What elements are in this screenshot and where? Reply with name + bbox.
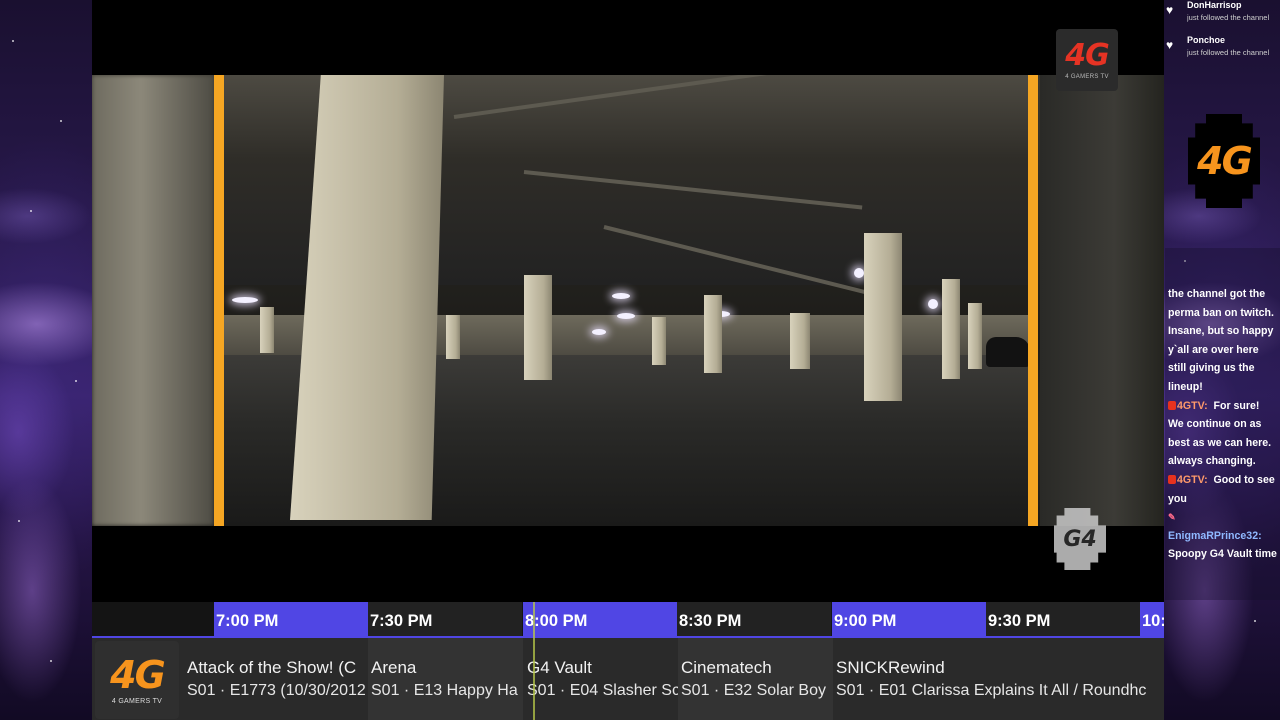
star [18, 520, 20, 522]
program-episode: S01 · E13 Happy Ha [371, 682, 518, 699]
frame-border-right [1028, 75, 1038, 526]
ceiling-light [617, 313, 635, 319]
program-cell[interactable]: Cinematech S01 · E32 Solar Boy [678, 638, 833, 720]
follow-alert: ♥ DonHarrisop just followed the channel [1164, 0, 1280, 30]
pillar [652, 317, 666, 365]
guide-channel-row: 4G 4 GAMERS TV Attack of the Show! (C S0… [92, 636, 1164, 720]
pillar [942, 279, 960, 379]
follow-alert: ♥ Ponchoe just followed the channel [1164, 35, 1280, 65]
video-frame [92, 75, 1164, 526]
follower-name: DonHarrisop [1187, 0, 1242, 10]
program-cell[interactable]: Arena S01 · E13 Happy Ha [368, 638, 523, 720]
star [60, 120, 62, 122]
chat-username[interactable]: EnigmaRPrince32: [1168, 530, 1262, 542]
pillar [446, 315, 460, 359]
pillar [864, 233, 902, 401]
channel-logo-mark: 4G [110, 652, 166, 697]
pillar [790, 313, 810, 369]
chat-message-text: the channel got the perma ban on twitch.… [1168, 288, 1274, 393]
pillar [260, 307, 274, 353]
time-slot: 9:30 PM [986, 602, 1140, 636]
time-slot: 7:00 PM [214, 602, 368, 636]
star [75, 380, 77, 382]
star [50, 660, 52, 662]
program-episode: S01 · E01 Clarissa Explains It All / Rou… [836, 682, 1147, 699]
program-title: Cinematech [681, 658, 772, 677]
time-slot: 9:00 PM [832, 602, 986, 636]
ceiling-beam [453, 75, 772, 119]
program-episode: S01 · E32 Solar Boy [681, 682, 826, 699]
follow-action-text: just followed the channel [1187, 48, 1270, 57]
watermark-mark: 4G [1065, 37, 1109, 73]
chat-message: ✎ EnigmaRPrince32: Spoopy G4 Vault time [1168, 508, 1278, 564]
star [12, 40, 14, 42]
ceiling-light [592, 329, 606, 335]
ceiling-light [928, 299, 938, 309]
program-cell[interactable]: Attack of the Show! (C S01 · E1773 (10/3… [184, 638, 368, 720]
program-cell[interactable]: SNICKRewind S01 · E01 Clarissa Explains … [833, 638, 1164, 720]
heart-icon: ♥ [1166, 38, 1174, 52]
chat-username[interactable]: 4GTV: [1177, 400, 1208, 412]
frame-border-left [214, 75, 224, 526]
pillar [524, 275, 552, 380]
broadcaster-badge-icon [1168, 474, 1176, 484]
guide-timeline: 7:00 PM 7:30 PM 8:00 PM 8:30 PM 9:00 PM … [92, 602, 1164, 636]
video-blur-left [92, 75, 214, 526]
chat-logo-mark: 4G [1197, 139, 1253, 183]
ceiling-beam [523, 170, 863, 210]
pillar [968, 303, 982, 369]
program-title: Attack of the Show! (C [187, 658, 357, 677]
network-bug-text: G4 [1063, 526, 1097, 552]
chat-messages[interactable]: the channel got the perma ban on twitch.… [1165, 248, 1280, 600]
left-space-background [0, 0, 92, 720]
pencil-badge-icon: ✎ [1168, 512, 1176, 523]
program-guide: 7:00 PM 7:30 PM 8:00 PM 8:30 PM 9:00 PM … [92, 602, 1164, 720]
time-slot: 10: [1140, 602, 1164, 636]
current-time-indicator [533, 602, 535, 720]
chat-message: 4GTV: For sure! We continue on as best a… [1168, 397, 1278, 471]
broadcaster-badge-icon [1168, 400, 1176, 410]
chat-channel-logo: 4G [1188, 114, 1260, 208]
program-episode: S01 · E04 Slasher Sc [527, 682, 678, 699]
star [30, 210, 32, 212]
channel-watermark-logo: 4G 4 GAMERS TV [1056, 29, 1118, 91]
program-title: SNICKRewind [836, 658, 945, 677]
follow-action-text: just followed the channel [1187, 13, 1270, 22]
program-title: G4 Vault [527, 658, 592, 677]
chat-message: the channel got the perma ban on twitch.… [1168, 285, 1278, 397]
program-episode: S01 · E1773 (10/30/2012 [187, 682, 366, 699]
program-title: Arena [371, 658, 417, 677]
channel-logo[interactable]: 4G 4 GAMERS TV [95, 641, 179, 719]
heart-icon: ♥ [1166, 3, 1174, 17]
channel-logo-tagline: 4 GAMERS TV [111, 697, 163, 705]
chat-message-text: Spoopy G4 Vault time [1168, 548, 1277, 561]
follower-name: Ponchoe [1187, 35, 1226, 45]
pillar [704, 295, 722, 373]
chat-panel: ♥ DonHarrisop just followed the channel … [1164, 0, 1280, 720]
program-cell[interactable]: G4 Vault S01 · E04 Slasher Sc [524, 638, 678, 720]
ceiling-light [232, 297, 258, 303]
time-slot: 8:00 PM [523, 602, 677, 636]
time-slot: 8:30 PM [677, 602, 831, 636]
video-blur-right [1040, 75, 1164, 526]
ceiling-beam [603, 225, 896, 302]
chat-username[interactable]: 4GTV: [1177, 474, 1208, 486]
time-slot: 7:30 PM [368, 602, 522, 636]
video-player[interactable]: 4G 4 GAMERS TV G4 [92, 0, 1164, 602]
parked-car [986, 337, 1030, 367]
network-bug-logo: G4 [1054, 508, 1106, 570]
chat-message: 4GTV: Good to see you [1168, 471, 1278, 508]
watermark-tagline: 4 GAMERS TV [1065, 73, 1109, 80]
ceiling-light [612, 293, 630, 299]
ceiling-light [854, 268, 864, 278]
